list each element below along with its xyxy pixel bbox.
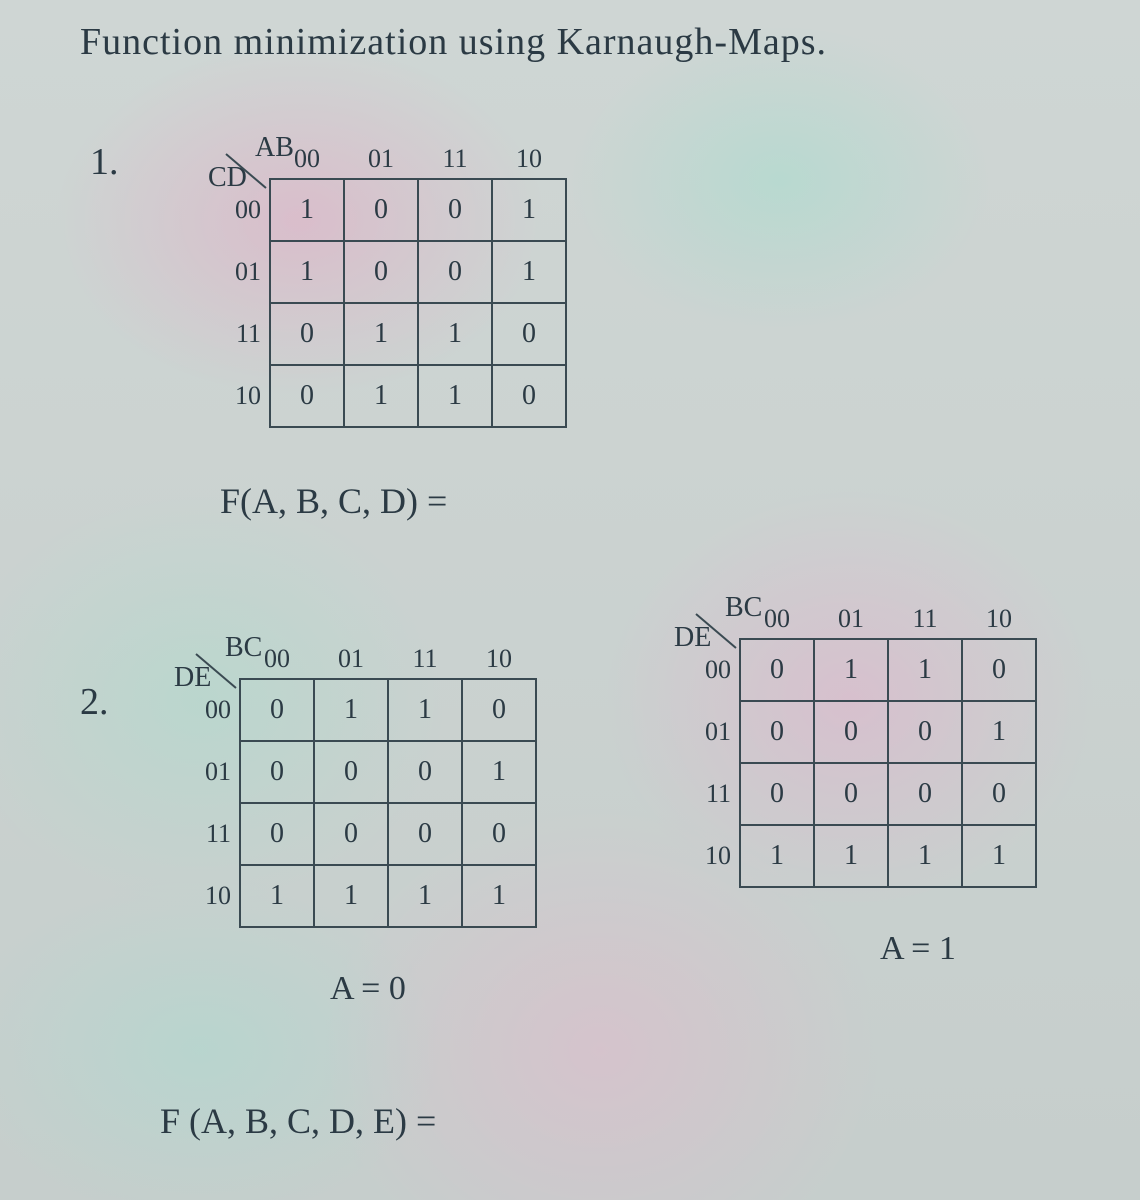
kmap2a-cell: 0 xyxy=(462,679,536,741)
kmap2b-label: A = 1 xyxy=(880,930,956,968)
kmap1-cell: 1 xyxy=(344,365,418,427)
handwritten-page: Function minimization using Karnaugh-Map… xyxy=(0,0,1140,1200)
kmap2b-cell: 0 xyxy=(888,701,962,763)
kmap1-cell: 0 xyxy=(418,241,492,303)
kmap-1: AB CD 00 01 11 10 00 1 0 0 1 01 1 xyxy=(210,140,567,428)
kmap2a-row-header: 11 xyxy=(180,803,240,865)
kmap2b-cell: 0 xyxy=(814,701,888,763)
kmap1-col-header: 10 xyxy=(492,140,566,179)
kmap2b-cell: 0 xyxy=(740,639,814,701)
kmap2b-cell: 1 xyxy=(962,701,1036,763)
kmap2b-cell: 1 xyxy=(814,639,888,701)
kmap2a-cell: 1 xyxy=(462,865,536,927)
kmap2a-row-header: 10 xyxy=(180,865,240,927)
kmap2b-cell: 0 xyxy=(888,763,962,825)
kmap2a-cell: 0 xyxy=(314,741,388,803)
kmap1-cell: 1 xyxy=(344,303,418,365)
kmap1-cell: 1 xyxy=(270,179,344,241)
kmap2a-cell: 0 xyxy=(240,803,314,865)
kmap2b-cell: 0 xyxy=(962,763,1036,825)
kmap1-cell: 1 xyxy=(270,241,344,303)
kmap2b-col-header: 11 xyxy=(888,600,962,639)
kmap1-cell: 0 xyxy=(344,241,418,303)
kmap2a-cell: 1 xyxy=(388,679,462,741)
kmap1-cell: 0 xyxy=(492,303,566,365)
kmap2a-cell: 1 xyxy=(388,865,462,927)
kmap-2b: BC DE 00 01 11 10 00 0 1 1 0 01 0 xyxy=(680,600,1037,888)
kmap2a-row-header: 01 xyxy=(180,741,240,803)
kmap2a-cell: 0 xyxy=(462,803,536,865)
kmap2b-cell: 1 xyxy=(814,825,888,887)
kmap1-cell: 0 xyxy=(270,303,344,365)
kmap2b-cell: 1 xyxy=(888,639,962,701)
kmap2b-row-header: 01 xyxy=(680,701,740,763)
kmap2b-col-header: 10 xyxy=(962,600,1036,639)
kmap2a-cell: 0 xyxy=(388,741,462,803)
kmap1-col-header: 11 xyxy=(418,140,492,179)
kmap2a-axis-left: DE xyxy=(174,662,211,694)
kmap2b-cell: 1 xyxy=(888,825,962,887)
kmap2b-row-header: 11 xyxy=(680,763,740,825)
kmap1-cell: 1 xyxy=(418,303,492,365)
kmap1-cell: 1 xyxy=(492,241,566,303)
kmap1-row-header: 01 xyxy=(210,241,270,303)
kmap2b-axis-left: DE xyxy=(674,622,711,654)
problem-number-2: 2. xyxy=(80,680,109,724)
kmap2b-cell: 0 xyxy=(814,763,888,825)
kmap2b-cell: 0 xyxy=(740,701,814,763)
kmap2a-col-header: 01 xyxy=(314,640,388,679)
formula-2: F (A, B, C, D, E) = xyxy=(160,1100,436,1142)
kmap2b-axis-top: BC xyxy=(725,592,762,624)
kmap2b-cell: 1 xyxy=(962,825,1036,887)
kmap1-row-header: 10 xyxy=(210,365,270,427)
kmap2b-cell: 1 xyxy=(740,825,814,887)
kmap2b-table: 00 01 11 10 00 0 1 1 0 01 0 0 0 1 11 0 xyxy=(680,600,1037,888)
kmap2a-label: A = 0 xyxy=(330,970,406,1008)
kmap1-row-header: 11 xyxy=(210,303,270,365)
kmap1-table: 00 01 11 10 00 1 0 0 1 01 1 0 0 1 11 0 xyxy=(210,140,567,428)
kmap1-cell: 0 xyxy=(492,365,566,427)
kmap2a-cell: 1 xyxy=(240,865,314,927)
kmap2b-cell: 0 xyxy=(962,639,1036,701)
kmap1-axis-left: CD xyxy=(208,162,247,194)
kmap2a-cell: 0 xyxy=(388,803,462,865)
kmap2a-cell: 1 xyxy=(314,865,388,927)
kmap2a-cell: 0 xyxy=(240,741,314,803)
kmap2b-col-header: 01 xyxy=(814,600,888,639)
kmap2a-col-header: 11 xyxy=(388,640,462,679)
page-title: Function minimization using Karnaugh-Map… xyxy=(80,20,827,64)
kmap1-cell: 0 xyxy=(418,179,492,241)
kmap2a-table: 00 01 11 10 00 0 1 1 0 01 0 0 0 1 11 0 xyxy=(180,640,537,928)
formula-1: F(A, B, C, D) = xyxy=(220,480,447,522)
kmap2a-cell: 1 xyxy=(314,679,388,741)
kmap2b-cell: 0 xyxy=(740,763,814,825)
kmap2a-cell: 0 xyxy=(240,679,314,741)
kmap2a-cell: 1 xyxy=(462,741,536,803)
kmap2a-col-header: 10 xyxy=(462,640,536,679)
kmap1-cell: 0 xyxy=(344,179,418,241)
kmap-2a: BC DE 00 01 11 10 00 0 1 1 0 01 0 xyxy=(180,640,537,928)
kmap2b-row-header: 10 xyxy=(680,825,740,887)
kmap2a-axis-top: BC xyxy=(225,632,262,664)
problem-number-1: 1. xyxy=(90,140,119,184)
kmap1-axis-top: AB xyxy=(255,132,294,164)
kmap1-cell: 1 xyxy=(418,365,492,427)
kmap1-col-header: 01 xyxy=(344,140,418,179)
kmap1-cell: 1 xyxy=(492,179,566,241)
kmap2a-cell: 0 xyxy=(314,803,388,865)
kmap1-cell: 0 xyxy=(270,365,344,427)
